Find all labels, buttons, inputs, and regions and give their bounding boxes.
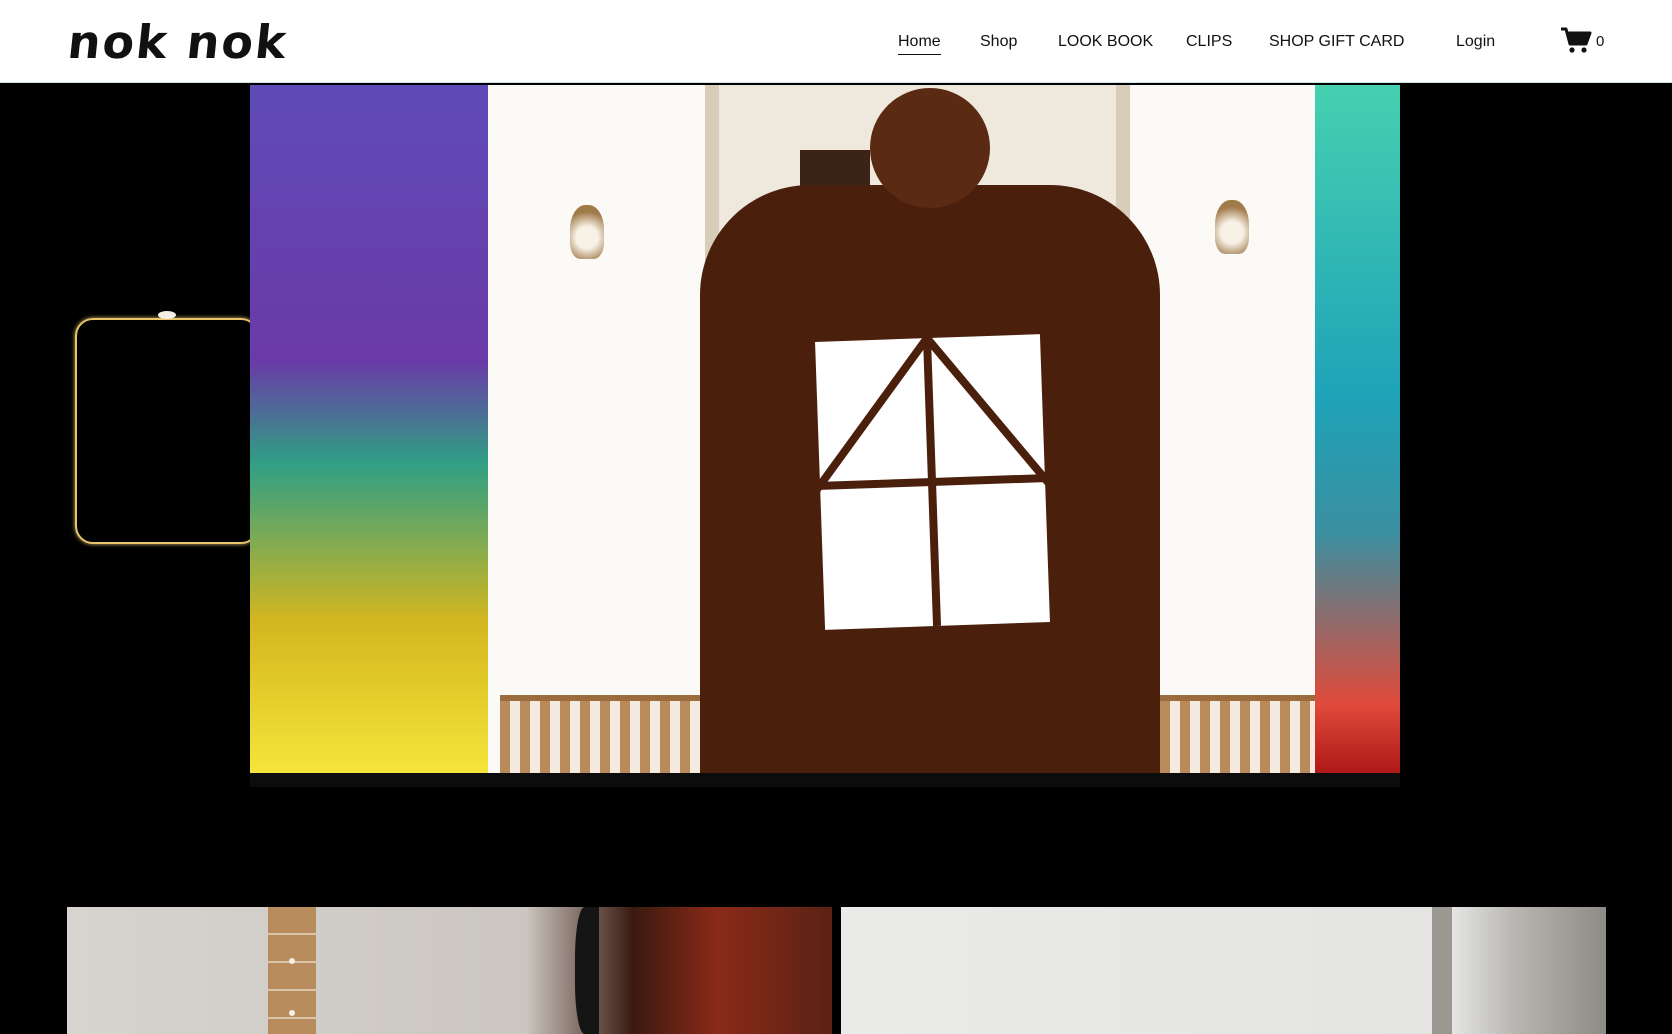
login-link[interactable]: Login [1456,32,1495,52]
nav-shop-gift-card[interactable]: SHOP GIFT CARD [1269,32,1404,52]
jacket-back-patch [747,334,1123,630]
speaker-ring [575,907,599,1034]
fret-marker [289,1010,295,1016]
turntable-latch [1432,907,1452,1034]
nav-shop[interactable]: Shop [980,32,1017,52]
film-frame-highlight [158,311,176,319]
color-strip-right [1315,85,1400,773]
fret-marker [289,958,295,964]
wall-sconce-left [570,205,604,259]
nav-look-book[interactable]: LOOK BOOK [1058,32,1153,52]
wall-sconce-right [1215,200,1249,254]
site-logo[interactable]: nok nok [65,14,291,70]
nav-home[interactable]: Home [898,32,941,55]
color-strip-left [250,85,488,773]
video-bottom-band [250,773,1400,787]
site-header: nok nok Home Shop LOOK BOOK CLIPS SHOP G… [0,0,1672,83]
film-frame-overlay [75,318,259,544]
person-head [870,88,990,208]
cart-count: 0 [1596,33,1605,50]
product-tile-turntable[interactable] [841,907,1606,1034]
product-tile-guitar[interactable] [67,907,832,1034]
nav-clips[interactable]: CLIPS [1186,32,1232,52]
cart-icon [1561,27,1592,53]
